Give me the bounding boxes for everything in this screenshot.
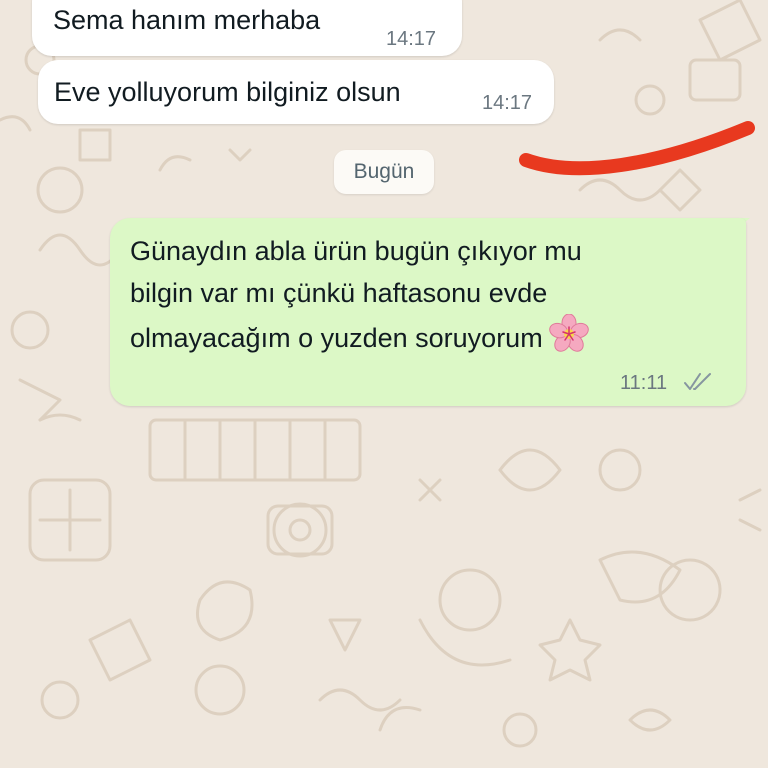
message-text: Eve yolluyorum bilginiz olsun <box>54 77 401 107</box>
message-text: Günaydın abla ürün bugün çıkıyor mu bilg… <box>130 230 589 366</box>
incoming-message[interactable]: Eve yolluyorum bilginiz olsun 14:17 <box>38 60 554 124</box>
message-time: 11:11 <box>620 372 668 394</box>
message-line-last: olmayacağım o yuzden soruyorum <box>130 313 589 366</box>
outgoing-message[interactable]: Günaydın abla ürün bugün çıkıyor mu bilg… <box>110 218 746 406</box>
message-time: 14:17 <box>482 92 533 114</box>
double-check-icon <box>684 372 712 397</box>
message-line: Günaydın abla ürün bugün çıkıyor mu <box>130 236 582 266</box>
incoming-message[interactable]: Sema hanım merhaba 14:17 <box>32 0 462 56</box>
red-annotation-stroke <box>519 121 755 176</box>
date-separator: Bugün <box>334 150 434 194</box>
message-line: bilgin var mı çünkü haftasonu evde <box>130 278 548 308</box>
cherry-blossom-emoji <box>548 313 589 366</box>
message-time: 14:17 <box>386 28 437 50</box>
message-text: Sema hanım merhaba <box>53 5 321 35</box>
message-line-text: olmayacağım o yuzden soruyorum <box>130 323 543 354</box>
